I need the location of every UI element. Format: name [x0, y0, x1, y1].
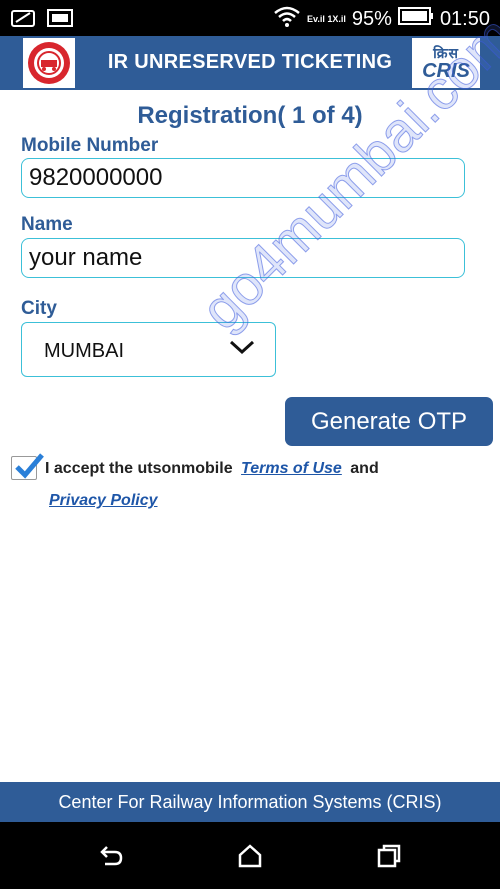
- home-icon[interactable]: [236, 842, 264, 870]
- status-bar: Ev.il 1X.il 95% 01:50: [0, 0, 500, 36]
- battery-icon: [397, 6, 434, 32]
- name-value: your name: [29, 244, 143, 271]
- accept-prefix: I accept the utsonmobile: [45, 460, 233, 477]
- cris-logo-hindi: क्रिस: [433, 45, 459, 61]
- app-header: IR UNRESERVED TICKETING क्रिस CRIS: [0, 36, 500, 90]
- clock: 01:50: [439, 7, 490, 30]
- notification-icon: [10, 7, 38, 34]
- recent-apps-icon[interactable]: [375, 842, 403, 870]
- indian-railways-logo: [23, 38, 75, 88]
- checkmark-icon: [14, 451, 44, 486]
- name-input[interactable]: your name: [21, 238, 465, 278]
- city-label: City: [21, 298, 57, 319]
- cris-logo: क्रिस CRIS: [412, 38, 480, 88]
- gallery-icon: [46, 7, 74, 34]
- wifi-icon: [273, 4, 301, 34]
- privacy-policy-link[interactable]: Privacy Policy: [49, 492, 158, 510]
- chevron-down-icon: [228, 337, 256, 362]
- status-left: [10, 7, 74, 34]
- back-icon[interactable]: [97, 842, 125, 870]
- navigation-bar: [0, 822, 500, 889]
- name-label: Name: [21, 214, 73, 235]
- battery-text: 95%: [351, 7, 392, 30]
- footer-text: Center For Railway Information Systems (…: [58, 791, 442, 812]
- mobile-number-value: 9820000000: [29, 164, 163, 191]
- page-title: Registration( 1 of 4): [137, 102, 363, 129]
- terms-of-use-link[interactable]: Terms of Use: [241, 460, 342, 477]
- cris-logo-text: CRIS: [422, 60, 470, 82]
- mobile-label: Mobile Number: [21, 135, 159, 156]
- app-title: IR UNRESERVED TICKETING: [107, 51, 393, 73]
- status-right: Ev.il 1X.il 95% 01:50: [273, 4, 490, 34]
- city-select[interactable]: MUMBAI: [21, 322, 276, 377]
- accept-terms-text: I accept the utsonmobile Terms of Use an…: [45, 460, 379, 478]
- accept-and: and: [350, 460, 379, 477]
- mobile-number-input[interactable]: 9820000000: [21, 158, 465, 198]
- footer: Center For Railway Information Systems (…: [0, 782, 500, 822]
- accept-terms-checkbox[interactable]: [11, 453, 44, 480]
- signal-icon: Ev.il 1X.il: [307, 14, 346, 24]
- city-selected-value: MUMBAI: [44, 340, 124, 362]
- generate-otp-button[interactable]: Generate OTP: [285, 397, 493, 446]
